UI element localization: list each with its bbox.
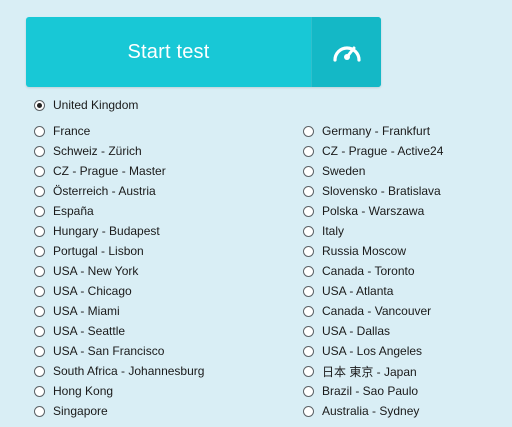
radio-button[interactable] — [303, 205, 314, 217]
server-option[interactable]: USA - New York — [34, 261, 138, 281]
server-option-label: CZ - Prague - Active24 — [322, 144, 444, 158]
server-option[interactable]: Slovensko - Bratislava — [303, 181, 441, 201]
server-option-label: 日本 東京 - Japan — [322, 364, 417, 379]
server-option[interactable]: USA - San Francisco — [34, 341, 164, 361]
server-option-label: Schweiz - Zürich — [53, 144, 142, 158]
server-option-label: USA - San Francisco — [53, 344, 165, 358]
radio-button[interactable] — [303, 245, 314, 257]
server-option[interactable]: España — [34, 201, 94, 221]
server-option-label: Hungary - Budapest — [53, 224, 160, 238]
server-option-label: USA - Los Angeles — [322, 344, 423, 358]
server-option[interactable]: Hungary - Budapest — [34, 221, 160, 241]
server-option-label: Italy — [322, 224, 345, 238]
server-option-label: USA - Seattle — [53, 324, 126, 338]
server-option[interactable]: USA - Los Angeles — [303, 341, 422, 361]
server-option[interactable]: CZ - Prague - Master — [34, 161, 166, 181]
server-option-label: CZ - Prague - Master — [53, 164, 166, 178]
radio-button[interactable] — [34, 165, 45, 177]
server-option[interactable]: Italy — [303, 221, 344, 241]
server-option[interactable]: USA - Chicago — [34, 281, 132, 301]
server-option-label: USA - Miami — [53, 304, 120, 318]
server-option[interactable]: Schweiz - Zürich — [34, 141, 142, 161]
server-option-label: Portugal - Lisbon — [53, 244, 144, 258]
radio-button[interactable] — [34, 265, 45, 277]
server-option[interactable]: France — [34, 121, 90, 141]
server-option-label: Singapore — [53, 404, 108, 418]
server-option-label: Polska - Warszawa — [322, 204, 425, 218]
server-option[interactable]: USA - Miami — [34, 301, 120, 321]
radio-button[interactable] — [303, 325, 314, 337]
radio-button[interactable] — [34, 125, 45, 137]
server-option[interactable]: Russia Moscow — [303, 241, 406, 261]
server-option-label: South Africa - Johannesburg — [53, 364, 205, 378]
server-option[interactable]: Australia - Sydney — [303, 401, 419, 421]
server-option-label: Canada - Toronto — [322, 264, 415, 278]
radio-button[interactable] — [34, 405, 45, 417]
server-option[interactable]: Österreich - Austria — [34, 181, 156, 201]
server-option-label: Russia Moscow — [322, 244, 407, 258]
radio-button[interactable] — [303, 285, 314, 297]
server-option[interactable]: Brazil - Sao Paulo — [303, 381, 418, 401]
radio-button[interactable] — [303, 305, 314, 317]
radio-button[interactable] — [34, 325, 45, 337]
radio-button[interactable] — [34, 285, 45, 297]
server-option[interactable]: Polska - Warszawa — [303, 201, 424, 221]
server-option[interactable]: Hong Kong — [34, 381, 113, 401]
server-option-label: France — [53, 124, 91, 138]
server-option-label: Sweden — [322, 164, 366, 178]
server-option-label: United Kingdom — [53, 98, 139, 112]
radio-button[interactable] — [303, 365, 314, 377]
radio-button[interactable] — [34, 99, 45, 111]
server-option-label: España — [53, 204, 94, 218]
radio-button[interactable] — [303, 185, 314, 197]
server-option-label: USA - Atlanta — [322, 284, 394, 298]
server-option-label: Germany - Frankfurt — [322, 124, 431, 138]
server-option[interactable]: CZ - Prague - Active24 — [303, 141, 443, 161]
radio-button[interactable] — [34, 305, 45, 317]
radio-button[interactable] — [34, 185, 45, 197]
radio-button[interactable] — [303, 265, 314, 277]
server-option[interactable]: Germany - Frankfurt — [303, 121, 430, 141]
server-option[interactable]: Portugal - Lisbon — [34, 241, 144, 261]
server-option-label: USA - Dallas — [322, 324, 391, 338]
radio-button[interactable] — [303, 125, 314, 137]
radio-button[interactable] — [303, 145, 314, 157]
server-option[interactable]: Sweden — [303, 161, 365, 181]
radio-button[interactable] — [34, 225, 45, 237]
server-option[interactable]: 日本 東京 - Japan — [303, 361, 417, 381]
server-option-label: Brazil - Sao Paulo — [322, 384, 419, 398]
radio-button[interactable] — [303, 405, 314, 417]
server-option-label: Canada - Vancouver — [322, 304, 432, 318]
start-test-button[interactable]: Start test — [26, 17, 381, 87]
radio-button[interactable] — [34, 365, 45, 377]
server-option[interactable]: USA - Atlanta — [303, 281, 393, 301]
server-option-label: USA - New York — [53, 264, 139, 278]
server-option-label: Australia - Sydney — [322, 404, 420, 418]
radio-button[interactable] — [303, 225, 314, 237]
server-option[interactable]: Canada - Toronto — [303, 261, 415, 281]
server-option[interactable]: United Kingdom — [34, 95, 138, 115]
server-option-label: Slovensko - Bratislava — [322, 184, 441, 198]
server-option[interactable]: USA - Dallas — [303, 321, 390, 341]
server-option-label: USA - Chicago — [53, 284, 132, 298]
server-option-label: Hong Kong — [53, 384, 114, 398]
radio-button[interactable] — [303, 345, 314, 357]
server-option[interactable]: Canada - Vancouver — [303, 301, 431, 321]
radio-button[interactable] — [34, 345, 45, 357]
server-option-label: Österreich - Austria — [53, 184, 156, 198]
radio-button[interactable] — [303, 165, 314, 177]
server-option[interactable]: South Africa - Johannesburg — [34, 361, 204, 381]
speedometer-icon-box — [311, 17, 381, 87]
radio-button[interactable] — [34, 245, 45, 257]
radio-button[interactable] — [34, 385, 45, 397]
radio-button[interactable] — [34, 145, 45, 157]
server-option[interactable]: USA - Seattle — [34, 321, 125, 341]
server-option[interactable]: Singapore — [34, 401, 108, 421]
start-test-label: Start test — [127, 40, 210, 63]
radio-button[interactable] — [303, 385, 314, 397]
radio-button[interactable] — [34, 205, 45, 217]
speedometer-icon — [333, 46, 361, 62]
